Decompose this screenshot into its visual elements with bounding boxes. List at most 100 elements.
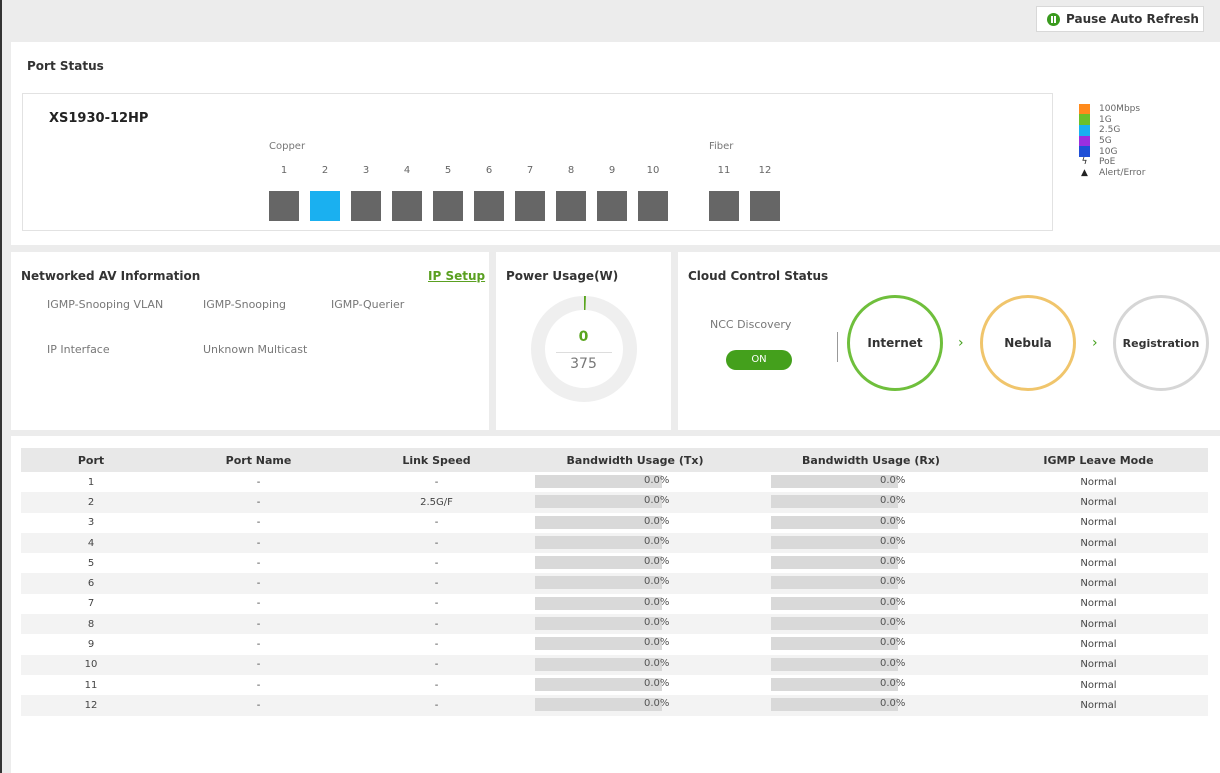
cell-port: 6 bbox=[87, 578, 95, 590]
chevron-right-icon: › bbox=[1092, 335, 1098, 351]
device-model: XS1930-12HP bbox=[49, 111, 149, 126]
table-row[interactable]: 2 - 2.5G/F 0.0% 0.0% Normal bbox=[21, 492, 1208, 513]
legend-label: 5G bbox=[1099, 136, 1112, 147]
cell-link-speed: - bbox=[434, 659, 439, 671]
table-row[interactable]: 9 - - 0.0% 0.0% Normal bbox=[21, 634, 1208, 654]
cell-bandwidth-tx: 0.0% bbox=[517, 634, 753, 654]
table-row[interactable]: 12 - - 0.0% 0.0% Normal bbox=[21, 695, 1208, 716]
bandwidth-rx-bar bbox=[771, 637, 898, 651]
column-header-igmp-leave-mode[interactable]: IGMP Leave Mode bbox=[989, 448, 1208, 472]
bandwidth-rx-bar bbox=[771, 495, 898, 509]
port-12-indicator[interactable] bbox=[750, 191, 780, 221]
port-2-indicator[interactable] bbox=[310, 191, 340, 221]
port-number-label: 12 bbox=[758, 165, 772, 176]
table-row[interactable]: 5 - - 0.0% 0.0% Normal bbox=[21, 553, 1208, 573]
copper-group-label: Copper bbox=[269, 141, 306, 152]
bandwidth-rx-value: 0.0% bbox=[880, 677, 906, 689]
legend-swatch bbox=[1079, 135, 1090, 147]
table-row[interactable]: 8 - - 0.0% 0.0% Normal bbox=[21, 614, 1208, 635]
port-4-indicator[interactable] bbox=[392, 191, 422, 221]
ncc-discovery-toggle[interactable]: ON bbox=[726, 350, 792, 370]
cell-port: 9 bbox=[87, 639, 95, 651]
table-row[interactable]: 6 - - 0.0% 0.0% Normal bbox=[21, 573, 1208, 594]
bandwidth-rx-bar bbox=[771, 576, 898, 590]
cell-bandwidth-rx: 0.0% bbox=[753, 533, 989, 553]
cell-bandwidth-tx: 0.0% bbox=[517, 492, 753, 512]
legend-label: 1G bbox=[1099, 114, 1112, 125]
port-8-indicator[interactable] bbox=[556, 191, 586, 221]
cell-link-speed: - bbox=[434, 699, 439, 711]
top-bar: Pause Auto Refresh bbox=[4, 0, 1220, 40]
table-row[interactable]: 3 - - 0.0% 0.0% Normal bbox=[21, 513, 1208, 533]
port-10-indicator[interactable] bbox=[638, 191, 668, 221]
port-number-label: 8 bbox=[567, 165, 575, 176]
column-header-bandwidth-rx[interactable]: Bandwidth Usage (Rx) bbox=[753, 448, 989, 472]
bandwidth-tx-bar bbox=[535, 698, 662, 712]
port-table-panel: Port Port Name Link Speed Bandwidth Usag… bbox=[11, 436, 1220, 773]
cell-link-speed: - bbox=[434, 578, 439, 590]
nebula-status-circle: Nebula bbox=[980, 295, 1076, 391]
table-row[interactable]: 4 - - 0.0% 0.0% Normal bbox=[21, 532, 1208, 554]
bandwidth-tx-bar bbox=[535, 617, 662, 631]
legend-item: ϟ PoE bbox=[1079, 157, 1219, 168]
table-row[interactable]: 1 - - 0.0% 0.0% Normal bbox=[21, 472, 1208, 492]
port-1-indicator[interactable] bbox=[269, 191, 299, 221]
cell-port-name: - bbox=[256, 598, 261, 610]
bandwidth-tx-value: 0.0% bbox=[644, 556, 670, 568]
cell-bandwidth-rx: 0.0% bbox=[753, 634, 989, 654]
cell-bandwidth-tx: 0.0% bbox=[517, 695, 753, 715]
bandwidth-rx-bar bbox=[771, 596, 898, 610]
port-9-indicator[interactable] bbox=[597, 191, 627, 221]
cell-bandwidth-rx: 0.0% bbox=[753, 594, 989, 614]
bandwidth-rx-value: 0.0% bbox=[880, 495, 906, 507]
column-header-port[interactable]: Port bbox=[21, 448, 161, 472]
bandwidth-tx-value: 0.0% bbox=[644, 637, 670, 649]
cell-link-speed: - bbox=[434, 537, 439, 549]
port-5-indicator[interactable] bbox=[433, 191, 463, 221]
cell-bandwidth-tx: 0.0% bbox=[517, 573, 753, 593]
port-11-indicator[interactable] bbox=[709, 191, 739, 221]
bandwidth-rx-bar bbox=[771, 535, 898, 549]
cell-port-name: - bbox=[256, 537, 261, 549]
bandwidth-tx-value: 0.0% bbox=[644, 596, 670, 608]
cell-bandwidth-rx: 0.0% bbox=[753, 614, 989, 634]
bandwidth-rx-bar bbox=[771, 617, 898, 631]
bandwidth-tx-value: 0.0% bbox=[644, 698, 670, 710]
column-header-port-name[interactable]: Port Name bbox=[161, 448, 356, 472]
cell-igmp-leave-mode: Normal bbox=[1080, 598, 1117, 610]
cell-bandwidth-rx: 0.0% bbox=[753, 695, 989, 715]
cell-bandwidth-tx: 0.0% bbox=[517, 513, 753, 533]
table-row[interactable]: 7 - - 0.0% 0.0% Normal bbox=[21, 594, 1208, 614]
ip-setup-link[interactable]: IP Setup bbox=[428, 269, 485, 283]
port-6-indicator[interactable] bbox=[474, 191, 504, 221]
lightning-icon: ϟ bbox=[1081, 157, 1088, 168]
column-header-bandwidth-tx[interactable]: Bandwidth Usage (Tx) bbox=[517, 448, 753, 472]
table-row[interactable]: 11 - - 0.0% 0.0% Normal bbox=[21, 675, 1208, 695]
device-front-panel: XS1930-12HP Copper Fiber 1 2 3 4 5 6 7 8 9 10 11 12 bbox=[22, 93, 1053, 231]
cloud-divider bbox=[837, 332, 838, 362]
legend-swatch bbox=[1079, 124, 1090, 136]
cell-igmp-leave-mode: Normal bbox=[1080, 618, 1117, 630]
pause-auto-refresh-button[interactable]: Pause Auto Refresh bbox=[1036, 6, 1204, 32]
bandwidth-tx-bar bbox=[535, 576, 662, 590]
cell-port: 8 bbox=[87, 618, 95, 630]
port-number-label: 7 bbox=[526, 165, 534, 176]
port-3-indicator[interactable] bbox=[351, 191, 381, 221]
cell-bandwidth-tx: 0.0% bbox=[517, 472, 753, 492]
port-7-indicator[interactable] bbox=[515, 191, 545, 221]
speed-legend: 100Mbps 1G 2.5G 5G 10G ϟ PoE ▲ Alert/Error bbox=[1079, 103, 1219, 178]
cell-bandwidth-rx: 0.0% bbox=[753, 553, 989, 573]
table-row[interactable]: 10 - - 0.0% 0.0% Normal bbox=[21, 654, 1208, 675]
pause-icon bbox=[1047, 12, 1060, 26]
bandwidth-tx-bar bbox=[535, 677, 662, 691]
cell-bandwidth-rx: 0.0% bbox=[753, 492, 989, 512]
cloud-control-title: Cloud Control Status bbox=[688, 269, 829, 283]
bandwidth-rx-value: 0.0% bbox=[880, 576, 906, 588]
cell-port-name: - bbox=[256, 699, 261, 711]
column-header-link-speed[interactable]: Link Speed bbox=[356, 448, 517, 472]
legend-label: Alert/Error bbox=[1099, 167, 1146, 178]
cell-link-speed: - bbox=[434, 598, 439, 610]
cell-port: 2 bbox=[87, 496, 95, 508]
port-number-label: 6 bbox=[485, 165, 493, 176]
cell-igmp-leave-mode: Normal bbox=[1080, 537, 1117, 549]
